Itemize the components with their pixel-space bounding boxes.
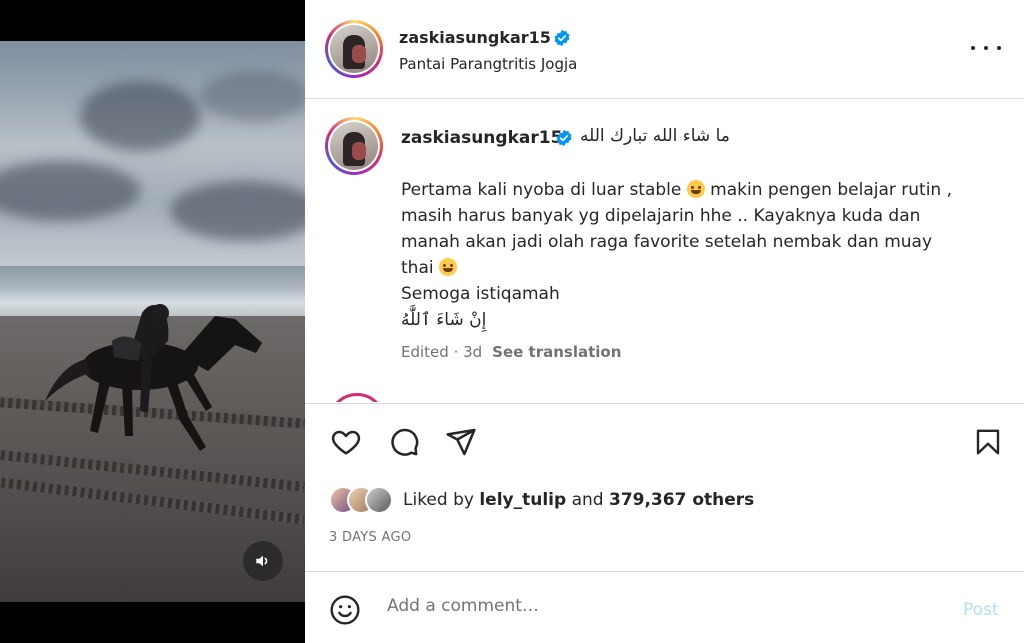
caption-line: إِنْ شَاءَ ٱللَّٰهُ bbox=[401, 310, 487, 330]
verified-badge-icon bbox=[554, 29, 570, 47]
likes-summary: Liked by lely_tulip and 379,367 others bbox=[329, 485, 754, 515]
video-frame[interactable] bbox=[0, 41, 305, 602]
likes-others-link[interactable]: 379,367 others bbox=[609, 490, 754, 510]
paper-plane-icon bbox=[446, 428, 476, 456]
caption-line: masih harus banyak yg dipelajarin hhe ..… bbox=[401, 206, 921, 226]
more-options-icon bbox=[971, 46, 975, 50]
caption-meta: Edited · 3d See translation bbox=[401, 343, 621, 361]
caption-line: thai bbox=[401, 255, 1001, 281]
next-comment-avatar[interactable] bbox=[328, 393, 386, 402]
verified-badge-icon bbox=[556, 129, 572, 147]
cloud bbox=[170, 181, 305, 241]
caption-line: manah akan jadi olah raga favorite setel… bbox=[401, 232, 933, 252]
post-media[interactable] bbox=[0, 0, 305, 643]
caption-text: Pertama kali nyoba di luar stable makin … bbox=[401, 177, 1001, 333]
caption-text-part: makin pengen belajar rutin , bbox=[710, 180, 953, 200]
post-comment-button[interactable]: Post bbox=[963, 600, 999, 620]
post-date: 3 DAYS AGO bbox=[329, 530, 412, 545]
likes-connector: and bbox=[571, 490, 604, 510]
caption-arabic-heading: ما شاء الله تبارك الله bbox=[580, 126, 730, 146]
post-actions: Liked by lely_tulip and 379,367 others 3… bbox=[305, 403, 1024, 571]
sound-toggle-button[interactable] bbox=[243, 541, 283, 581]
dot bbox=[984, 46, 988, 50]
post-details-panel: zaskiasungkar15 Pantai Parangtritis Jogj… bbox=[305, 0, 1024, 643]
heart-icon bbox=[331, 430, 361, 455]
emoji-picker-button[interactable] bbox=[327, 592, 363, 628]
share-button[interactable] bbox=[443, 424, 479, 460]
liker-avatar[interactable] bbox=[365, 486, 393, 514]
author-username[interactable]: zaskiasungkar15 bbox=[399, 28, 551, 47]
caption-avatar[interactable] bbox=[325, 117, 383, 175]
cloud bbox=[80, 81, 200, 151]
save-button[interactable] bbox=[970, 424, 1006, 460]
add-comment-bar: Post bbox=[305, 571, 1024, 643]
cloud bbox=[0, 161, 140, 221]
comment-button[interactable] bbox=[386, 424, 422, 460]
caption-text-part: thai bbox=[401, 258, 434, 278]
see-translation-link[interactable]: See translation bbox=[492, 343, 621, 361]
more-options-button[interactable] bbox=[971, 36, 1001, 60]
caption-line: Pertama kali nyoba di luar stable makin … bbox=[401, 177, 1001, 203]
rofl-emoji-icon bbox=[686, 180, 705, 198]
post-header: zaskiasungkar15 Pantai Parangtritis Jogj… bbox=[305, 0, 1024, 99]
likes-text: Liked by lely_tulip and 379,367 others bbox=[403, 490, 754, 510]
horse-rider-image bbox=[45, 304, 262, 451]
post-location[interactable]: Pantai Parangtritis Jogja bbox=[399, 55, 577, 73]
likes-prefix: Liked by bbox=[403, 490, 474, 510]
like-button[interactable] bbox=[328, 424, 364, 460]
comments-section: zaskiasungkar15 ما شاء الله تبارك الله P… bbox=[305, 100, 1024, 402]
speaker-icon bbox=[256, 555, 268, 567]
cloud bbox=[200, 71, 305, 121]
smiley-icon bbox=[330, 595, 360, 625]
hugging-emoji-icon bbox=[439, 258, 457, 276]
caption-line: Semoga istiqamah bbox=[401, 284, 560, 304]
liker-username-link[interactable]: lely_tulip bbox=[479, 490, 566, 510]
caption-username[interactable]: zaskiasungkar15 bbox=[401, 128, 562, 148]
author-avatar[interactable] bbox=[325, 20, 383, 78]
comment-input[interactable] bbox=[387, 596, 927, 616]
bookmark-icon bbox=[976, 429, 1000, 455]
edited-timestamp: Edited · 3d bbox=[401, 343, 483, 361]
sky bbox=[0, 41, 305, 271]
caption-text-part: Pertama kali nyoba di luar stable bbox=[401, 180, 682, 200]
dot bbox=[997, 46, 1001, 50]
comment-icon bbox=[391, 428, 419, 456]
